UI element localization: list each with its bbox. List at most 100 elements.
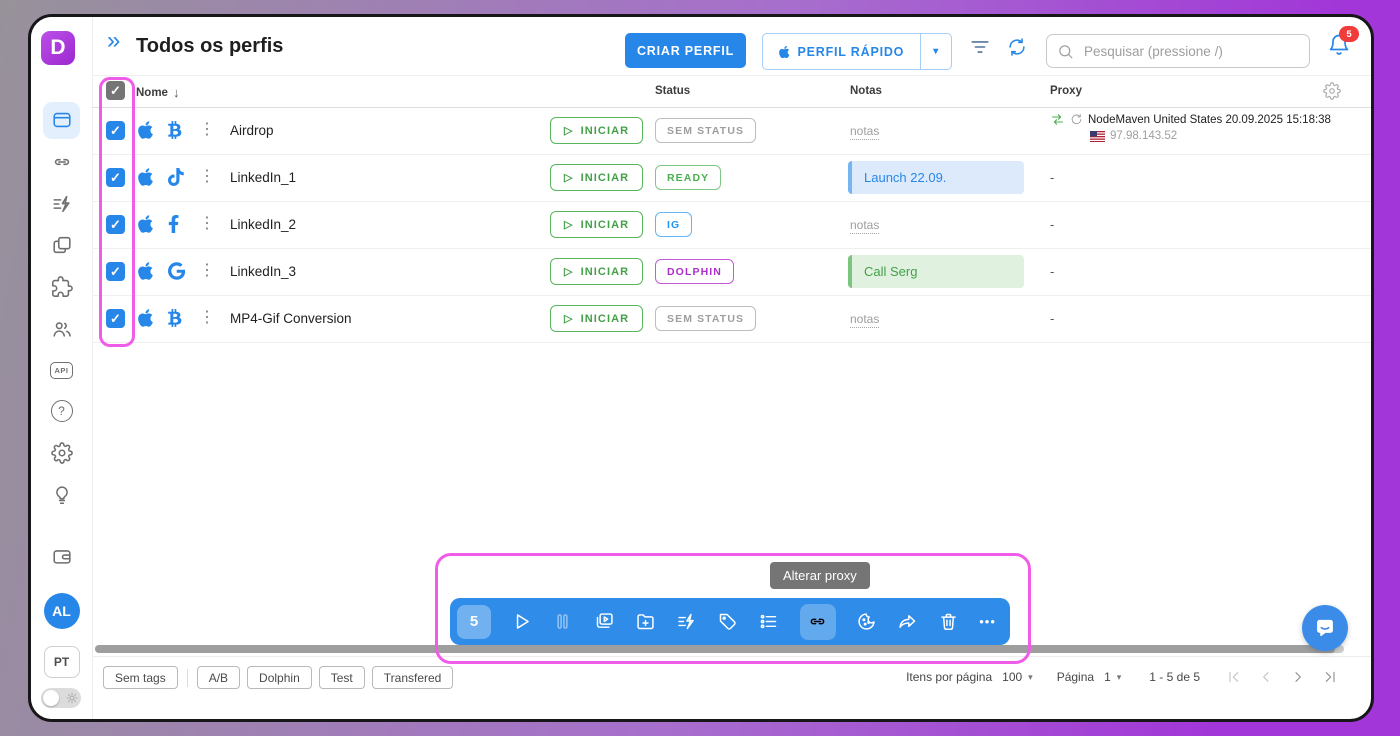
status-badge[interactable]: READY — [655, 165, 721, 190]
status-badge[interactable]: DOLPHIN — [655, 259, 734, 284]
bulk-delete-icon[interactable] — [938, 611, 959, 632]
start-button[interactable]: ▷INICIAR — [550, 258, 643, 285]
prev-page-icon[interactable] — [1258, 669, 1274, 685]
search-icon — [1057, 43, 1074, 60]
proxy-refresh-icon — [1070, 113, 1083, 126]
status-badge[interactable]: SEM STATUS — [655, 306, 756, 331]
row-menu-icon[interactable]: ⋮ — [199, 308, 215, 327]
collapse-sidebar-icon[interactable]: » — [107, 29, 120, 53]
row-checkbox[interactable]: ✓ — [106, 168, 125, 187]
profile-name[interactable]: LinkedIn_1 — [230, 170, 296, 185]
items-per-page-select[interactable]: 100▾ — [1002, 670, 1033, 684]
chat-widget-button[interactable] — [1302, 605, 1348, 651]
first-page-icon[interactable] — [1226, 669, 1242, 685]
proxy-empty: - — [1050, 170, 1054, 185]
play-icon: ▷ — [564, 265, 574, 278]
sidebar-item-clones-icon[interactable] — [48, 231, 76, 259]
filter-icon[interactable] — [969, 36, 991, 58]
sidebar-item-settings-gear-icon[interactable] — [48, 439, 76, 467]
play-icon: ▷ — [564, 171, 574, 184]
sidebar-item-api-icon[interactable]: API — [48, 356, 76, 384]
last-page-icon[interactable] — [1322, 669, 1338, 685]
note-chip[interactable]: Launch 22.09. — [848, 161, 1024, 194]
sidebar-item-automation-icon[interactable] — [48, 190, 76, 218]
table-row[interactable]: ✓ ⋮ LinkedIn_3 ▷INICIAR DOLPHIN Call Ser… — [92, 248, 1371, 296]
start-button[interactable]: ▷INICIAR — [550, 164, 643, 191]
bulk-status-list-icon[interactable] — [758, 611, 779, 632]
bulk-more-icon[interactable]: ••• — [979, 614, 996, 629]
search-input[interactable] — [1082, 43, 1299, 60]
profile-name[interactable]: MP4-Gif Conversion — [230, 311, 352, 326]
note-chip[interactable]: Call Serg — [848, 255, 1024, 288]
table-row[interactable]: ✓ ⋮ Airdrop ▷INICIAR SEM STATUS notas No… — [92, 107, 1371, 155]
create-profile-button[interactable]: CRIAR PERFIL — [625, 33, 746, 68]
bulk-action-bar: 5 ••• — [450, 598, 1010, 645]
sidebar-item-team-icon[interactable] — [48, 315, 76, 343]
tag-chip[interactable]: Test — [319, 666, 365, 689]
status-badge[interactable]: IG — [655, 212, 692, 237]
sidebar-item-profiles-icon[interactable] — [48, 106, 76, 134]
table-row[interactable]: ✓ ⋮ LinkedIn_2 ▷INICIAR IG notas - — [92, 201, 1371, 249]
quick-profile-dropdown[interactable]: ▾ — [920, 34, 951, 69]
sidebar-item-extensions-icon[interactable] — [48, 273, 76, 301]
selected-count-badge: 5 — [457, 605, 491, 639]
bulk-change-proxy-icon[interactable] — [800, 604, 836, 640]
note-link[interactable]: notas — [850, 312, 879, 328]
bulk-add-to-folder-icon[interactable] — [635, 611, 656, 632]
notifications-bell-icon[interactable]: 5 — [1327, 33, 1351, 57]
row-menu-icon[interactable]: ⋮ — [199, 261, 215, 280]
status-badge[interactable]: SEM STATUS — [655, 118, 756, 143]
tag-chip[interactable]: Sem tags — [103, 666, 178, 689]
start-button[interactable]: ▷INICIAR — [550, 117, 643, 144]
search-box — [1046, 34, 1310, 68]
apple-icon — [138, 120, 153, 145]
language-button[interactable]: PT — [44, 646, 80, 678]
table-row[interactable]: ✓ ⋮ MP4-Gif Conversion ▷INICIAR SEM STAT… — [92, 295, 1371, 343]
page-select[interactable]: 1▾ — [1104, 670, 1121, 684]
bulk-pause-icon[interactable] — [552, 611, 573, 632]
profile-name[interactable]: LinkedIn_3 — [230, 264, 296, 279]
dolphin-logo[interactable]: D — [41, 31, 75, 65]
bulk-tags-icon[interactable] — [717, 611, 738, 632]
sidebar-item-ideas-bulb-icon[interactable] — [48, 481, 76, 509]
sidebar-item-proxy-link-icon[interactable] — [48, 148, 76, 176]
user-avatar[interactable]: AL — [44, 593, 80, 629]
sidebar-item-help-icon[interactable]: ? — [48, 397, 76, 425]
start-button[interactable]: ▷INICIAR — [550, 305, 643, 332]
refresh-icon[interactable] — [1006, 36, 1028, 58]
bulk-automation-icon[interactable] — [676, 611, 697, 632]
tag-chip[interactable]: Transfered — [372, 666, 454, 689]
bulk-share-icon[interactable] — [897, 611, 918, 632]
profile-name[interactable]: Airdrop — [230, 123, 274, 138]
apple-icon — [138, 167, 153, 192]
row-checkbox[interactable]: ✓ — [106, 262, 125, 281]
tag-chip[interactable]: A/B — [197, 666, 240, 689]
next-page-icon[interactable] — [1290, 669, 1306, 685]
items-per-page-label: Itens por página — [906, 670, 992, 684]
note-link[interactable]: notas — [850, 218, 879, 234]
row-checkbox[interactable]: ✓ — [106, 215, 125, 234]
horizontal-scrollbar[interactable] — [95, 645, 1335, 653]
row-checkbox[interactable]: ✓ — [106, 309, 125, 328]
row-checkbox[interactable]: ✓ — [106, 121, 125, 140]
row-menu-icon[interactable]: ⋮ — [199, 167, 215, 186]
select-all-checkbox[interactable]: ✓ — [106, 81, 125, 100]
row-menu-icon[interactable]: ⋮ — [199, 120, 215, 139]
tag-chip[interactable]: Dolphin — [247, 666, 312, 689]
start-button[interactable]: ▷INICIAR — [550, 211, 643, 238]
quick-profile-button[interactable]: PERFIL RÁPIDO ▾ — [762, 33, 952, 70]
row-menu-icon[interactable]: ⋮ — [199, 214, 215, 233]
tag-filter-bar: Sem tags A/B Dolphin Test Transfered — [103, 666, 453, 689]
theme-toggle[interactable] — [41, 688, 81, 708]
proxy-info[interactable]: NodeMaven United States 20.09.2025 15:18… — [1050, 112, 1331, 142]
profile-name[interactable]: LinkedIn_2 — [230, 217, 296, 232]
note-link[interactable]: notas — [850, 124, 879, 140]
bulk-cookies-icon[interactable] — [856, 611, 877, 632]
column-name[interactable]: Nome↓ — [136, 85, 179, 100]
table-row[interactable]: ✓ ⋮ LinkedIn_1 ▷INICIAR READY Launch 22.… — [92, 154, 1371, 202]
bulk-clone-icon[interactable] — [594, 611, 615, 632]
sidebar-item-wallet-icon[interactable] — [48, 542, 76, 570]
tooltip: Alterar proxy — [770, 562, 870, 589]
column-settings-icon[interactable] — [1323, 82, 1341, 100]
bulk-start-icon[interactable] — [511, 611, 532, 632]
